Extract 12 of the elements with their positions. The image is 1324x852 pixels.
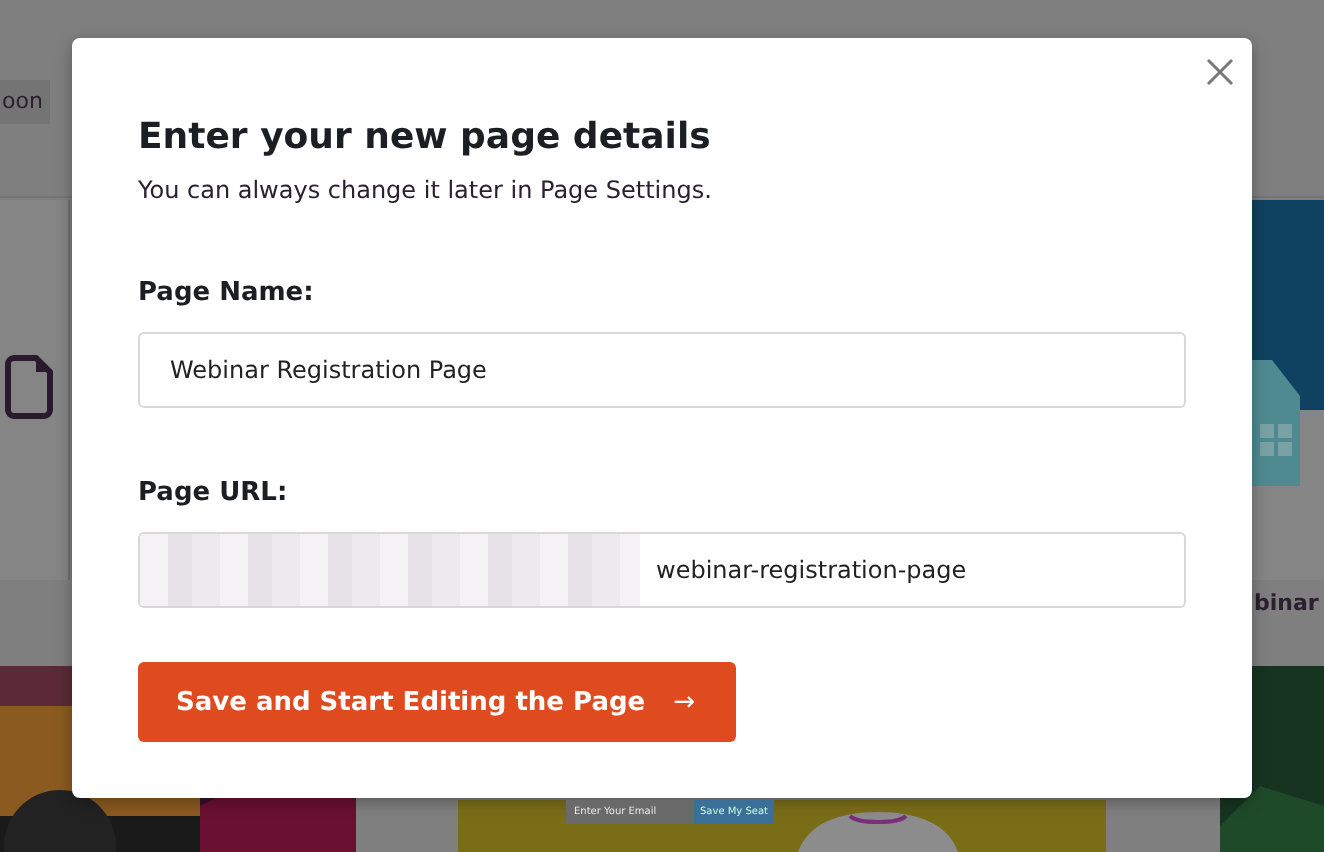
document-icon bbox=[4, 354, 56, 420]
url-field[interactable]: webinar-registration-page bbox=[138, 532, 1186, 608]
close-icon[interactable] bbox=[1206, 58, 1234, 86]
dialog-title: Enter your new page details bbox=[138, 114, 713, 162]
field-label: Page URL: bbox=[138, 476, 290, 512]
card-title: binar bbox=[1254, 590, 1319, 616]
filter-tab[interactable]: oon bbox=[0, 80, 51, 124]
name-field[interactable]: Webinar Registration Page bbox=[138, 332, 1186, 408]
save-button[interactable]: Save and Start Editing the Page → bbox=[138, 662, 736, 742]
dialog-subtitle: You can always change it later in Page Settings. bbox=[138, 174, 714, 208]
field-label: Page Name: bbox=[138, 276, 316, 312]
template-card[interactable] bbox=[0, 200, 70, 580]
